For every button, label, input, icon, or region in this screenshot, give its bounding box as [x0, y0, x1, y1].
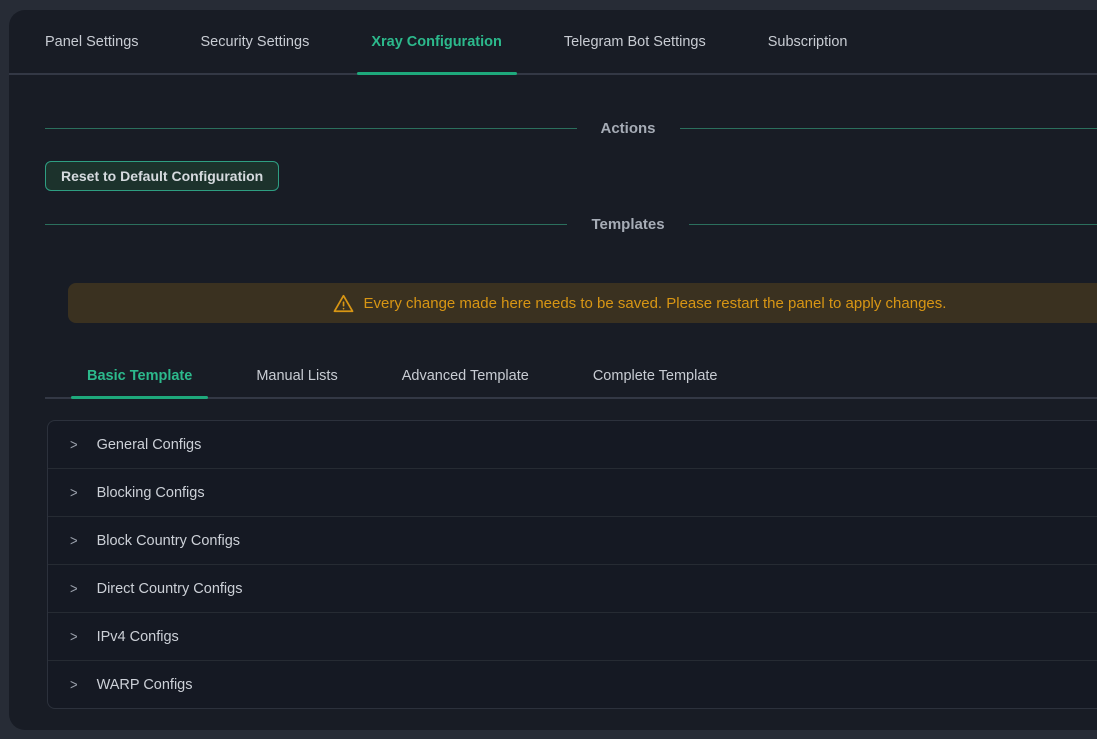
chevron-right-icon: > — [70, 629, 78, 644]
divider-line — [689, 224, 1097, 225]
tab-subscription[interactable]: Subscription — [768, 10, 848, 73]
chevron-right-icon: > — [70, 581, 78, 596]
actions-section-title: Actions — [601, 120, 656, 137]
accordion-header-warp-configs[interactable]: > WARP Configs — [48, 661, 1097, 708]
chevron-right-icon: > — [70, 677, 78, 692]
accordion-label: General Configs — [97, 437, 202, 453]
divider-line — [45, 128, 577, 129]
tab-security-settings[interactable]: Security Settings — [201, 10, 310, 73]
reset-to-default-button[interactable]: Reset to Default Configuration — [45, 161, 279, 191]
accordion-label: IPv4 Configs — [97, 629, 179, 645]
tab-basic-template[interactable]: Basic Template — [71, 355, 208, 397]
accordion-header-block-country-configs[interactable]: > Block Country Configs — [48, 517, 1097, 565]
xray-configuration-page: { "theme": { "accent_green": "#2cb98c", … — [0, 0, 1097, 739]
tab-manual-lists[interactable]: Manual Lists — [240, 355, 353, 397]
accordion-label: Block Country Configs — [97, 533, 240, 549]
tab-content: Actions Reset to Default Configuration T… — [9, 118, 1097, 709]
restart-warning-text: Every change made here needs to be saved… — [364, 295, 947, 312]
accordion-header-blocking-configs[interactable]: > Blocking Configs — [48, 469, 1097, 517]
restart-warning-banner: Every change made here needs to be saved… — [68, 283, 1097, 323]
main-tab-bar: Panel Settings Security Settings Xray Co… — [9, 10, 1097, 75]
settings-card: Panel Settings Security Settings Xray Co… — [9, 10, 1097, 730]
divider-line — [45, 224, 567, 225]
templates-section-title: Templates — [591, 216, 664, 233]
chevron-right-icon: > — [70, 533, 78, 548]
tab-complete-template[interactable]: Complete Template — [577, 355, 734, 397]
actions-divider: Actions — [45, 118, 1097, 138]
configs-accordion: > General Configs > Blocking Configs > B… — [47, 420, 1097, 709]
accordion-label: WARP Configs — [97, 677, 193, 693]
template-tab-bar: Basic Template Manual Lists Advanced Tem… — [45, 355, 1097, 399]
divider-line — [680, 128, 1097, 129]
accordion-header-direct-country-configs[interactable]: > Direct Country Configs — [48, 565, 1097, 613]
accordion-label: Blocking Configs — [97, 485, 205, 501]
tab-xray-configuration[interactable]: Xray Configuration — [371, 10, 502, 73]
warning-triangle-icon — [333, 294, 354, 313]
tab-telegram-bot-settings[interactable]: Telegram Bot Settings — [564, 10, 706, 73]
accordion-header-ipv4-configs[interactable]: > IPv4 Configs — [48, 613, 1097, 661]
chevron-right-icon: > — [70, 437, 78, 452]
tab-advanced-template[interactable]: Advanced Template — [386, 355, 545, 397]
accordion-label: Direct Country Configs — [97, 581, 243, 597]
chevron-right-icon: > — [70, 485, 78, 500]
templates-divider: Templates — [45, 214, 1097, 234]
accordion-header-general-configs[interactable]: > General Configs — [48, 421, 1097, 469]
tab-panel-settings[interactable]: Panel Settings — [45, 10, 139, 73]
